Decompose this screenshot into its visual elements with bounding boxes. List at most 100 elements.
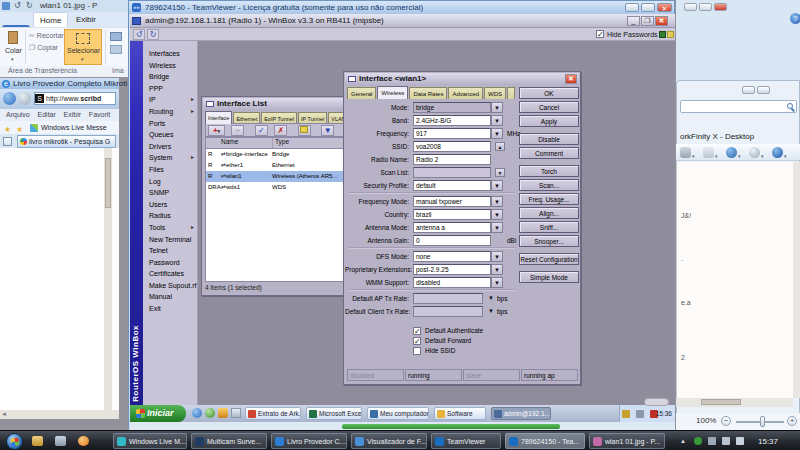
- host-task-button[interactable]: Livro Provedor C...: [271, 433, 347, 449]
- menu-item-snmp[interactable]: SNMP: [143, 187, 197, 199]
- quicklaunch-camera-icon[interactable]: [218, 408, 228, 418]
- tray-chevron-icon[interactable]: ▲: [680, 438, 686, 444]
- tab-overflow[interactable]: [507, 87, 515, 99]
- action-center-icon[interactable]: [708, 437, 716, 445]
- field-input[interactable]: bridge: [413, 102, 491, 113]
- remote-task-button[interactable]: Software: [434, 407, 486, 420]
- dropdown-button[interactable]: ▼: [491, 222, 503, 233]
- filter-button[interactable]: ▼: [321, 125, 334, 136]
- remote-task-button[interactable]: Extrato de Ark...: [245, 407, 301, 420]
- show-desktop-icon[interactable]: [231, 408, 241, 418]
- field-input[interactable]: none: [413, 251, 491, 262]
- minimize-button[interactable]: [742, 86, 755, 94]
- tab-data-rates[interactable]: Data Rates: [409, 87, 447, 99]
- media-player-icon[interactable]: [78, 436, 89, 446]
- tray-icon[interactable]: [622, 410, 630, 418]
- field-input[interactable]: 917: [413, 128, 491, 139]
- field-input[interactable]: voa2008: [413, 141, 491, 152]
- minimize-button[interactable]: _: [627, 16, 640, 26]
- dropdown-button[interactable]: ▼: [491, 180, 503, 191]
- browser-hscrollbar[interactable]: ◄: [0, 410, 119, 419]
- zoom-in-icon[interactable]: +: [787, 416, 797, 426]
- checkbox-hide-ssid[interactable]: [413, 347, 421, 355]
- host-task-button[interactable]: 789624150 - Tea...: [505, 433, 585, 449]
- host-task-button[interactable]: Windows Live M...: [113, 433, 187, 449]
- explorer-icon[interactable]: [32, 436, 43, 446]
- menu-item-routing[interactable]: Routing▸: [143, 106, 197, 118]
- up-toggle-button[interactable]: ▲: [495, 142, 505, 151]
- tab-wireless[interactable]: Wireless: [377, 86, 408, 99]
- menu-item-exit[interactable]: Exit: [143, 303, 197, 315]
- viewer-vscrollbar[interactable]: [793, 162, 800, 398]
- copy-button[interactable]: ❐ Copiar: [29, 44, 58, 52]
- browser-vscrollbar[interactable]: [104, 148, 112, 410]
- tab-general[interactable]: General: [347, 87, 376, 99]
- menu-item-password[interactable]: Password: [143, 257, 197, 269]
- close-button[interactable]: ✕: [657, 3, 672, 12]
- menu-item-wireless[interactable]: Wireless: [143, 60, 197, 72]
- menu-item-certificates[interactable]: Certificates: [143, 268, 197, 280]
- network-icon[interactable]: [722, 437, 730, 445]
- help-icon[interactable]: ?: [790, 13, 800, 24]
- apply-button[interactable]: Apply: [519, 115, 579, 127]
- field-input[interactable]: [413, 293, 483, 304]
- interface-row-ether1[interactable]: R⇄ether1Ethernet: [206, 160, 358, 171]
- menu-item-new-terminal[interactable]: New Terminal: [143, 234, 197, 246]
- snooper--button[interactable]: Snooper...: [519, 235, 579, 247]
- undo-icon[interactable]: ↺: [133, 29, 145, 40]
- reset-configuration-button[interactable]: Reset Configuration: [519, 253, 579, 265]
- remote-task-button[interactable]: Microsoft Exce...: [306, 407, 362, 420]
- start-orb[interactable]: [6, 433, 23, 450]
- app-icon[interactable]: [55, 436, 66, 446]
- zoom-slider-thumb[interactable]: [760, 416, 765, 427]
- help-menu-icon[interactable]: [772, 147, 783, 158]
- close-button[interactable]: ✕: [565, 74, 577, 84]
- menu-item-telnet[interactable]: Telnet: [143, 245, 197, 257]
- tab-interface[interactable]: Interface: [205, 111, 232, 124]
- tools-gear-icon[interactable]: [749, 147, 760, 158]
- ok-button[interactable]: OK: [519, 87, 579, 99]
- field-input[interactable]: [413, 306, 483, 317]
- menu-item-ports[interactable]: Ports: [143, 118, 197, 130]
- simple-mode-button[interactable]: Simple Mode: [519, 271, 579, 283]
- menu-item-ppp[interactable]: PPP: [143, 83, 197, 95]
- field-input[interactable]: manual txpower: [413, 196, 491, 207]
- field-input[interactable]: default: [413, 180, 491, 191]
- tab-home[interactable]: Home: [33, 12, 68, 27]
- interface-row-bridge-interface[interactable]: R⇄bridge-interfaceBridge: [206, 149, 358, 160]
- menu-item-interfaces[interactable]: Interfaces: [143, 48, 197, 60]
- restore-button[interactable]: ❐: [641, 16, 654, 26]
- crop-icon[interactable]: [110, 32, 122, 41]
- disable-button[interactable]: Disable: [519, 133, 579, 145]
- interface-row-wds1[interactable]: DRA⇄wds1WDS: [206, 182, 358, 193]
- disable-button[interactable]: ✗: [274, 125, 287, 136]
- minimize-button[interactable]: [684, 3, 697, 11]
- remote-task-button[interactable]: admin@192.1...: [491, 407, 551, 420]
- interface-row-wlan1[interactable]: R⇄wlan1Wireless (Atheros AR5...: [206, 171, 358, 182]
- field-input[interactable]: 2.4GHz-B/G: [413, 115, 491, 126]
- close-button[interactable]: [714, 3, 727, 11]
- antivirus-tray-icon[interactable]: [694, 437, 702, 445]
- dropdown-arrow-icon[interactable]: ▼: [488, 308, 494, 314]
- comment-button[interactable]: [298, 125, 311, 136]
- quicklaunch-ie-icon[interactable]: [192, 408, 202, 418]
- menu-item-ip[interactable]: IP▸: [143, 94, 197, 106]
- down-toggle-button[interactable]: ▼: [495, 168, 505, 177]
- enable-button[interactable]: ✓: [255, 125, 268, 136]
- field-input[interactable]: Radio 2: [413, 154, 491, 165]
- tab-advanced[interactable]: Advanced: [448, 87, 483, 99]
- host-task-button[interactable]: wlan1 01.jpg - P...: [589, 433, 665, 449]
- field-input[interactable]: 0: [413, 235, 491, 246]
- safety-icon[interactable]: [726, 147, 737, 158]
- tab-wds[interactable]: WDS: [484, 87, 506, 99]
- menu-item-files[interactable]: Files: [143, 164, 197, 176]
- viewer-hscrollbar[interactable]: [676, 398, 793, 407]
- scan--button[interactable]: Scan...: [519, 179, 579, 191]
- restore-button[interactable]: [757, 86, 770, 94]
- align--button[interactable]: Align...: [519, 207, 579, 219]
- print-icon[interactable]: [680, 147, 691, 158]
- redo-icon[interactable]: ↻: [147, 29, 159, 40]
- sniff--button[interactable]: Sniff...: [519, 221, 579, 233]
- menu-item-log[interactable]: Log: [143, 176, 197, 188]
- browser-menubar[interactable]: Arquivo Editar Exibir Favorit: [0, 109, 119, 121]
